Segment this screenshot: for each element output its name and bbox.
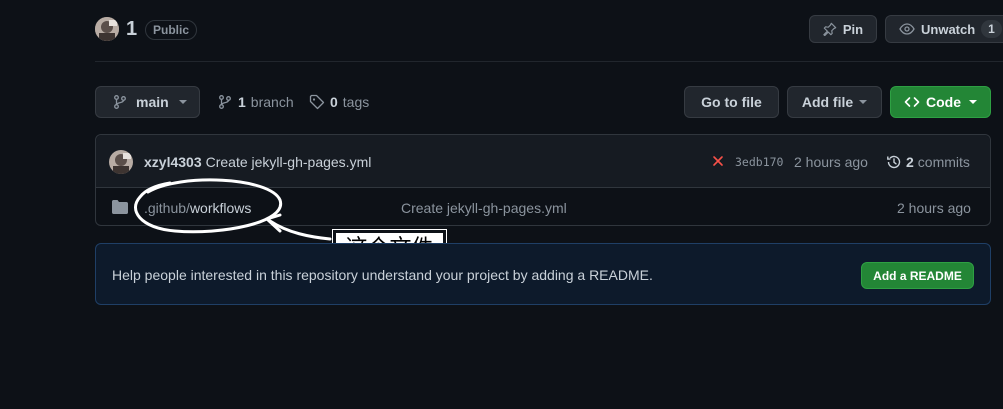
commit-hash[interactable]: 3edb170 [735,154,783,170]
latest-commit: xzyl4303 Create jekyll-gh-pages.yml [144,153,371,171]
commit-author[interactable]: xzyl4303 [144,153,202,171]
file-commit-time: 2 hours ago [897,200,971,216]
branch-name: main [136,94,169,110]
branch-select-button[interactable]: main [95,86,200,118]
chevron-down-icon [969,100,977,104]
tag-count: 0 [330,94,338,110]
code-button[interactable]: Code [890,86,991,118]
commit-message[interactable]: Create jekyll-gh-pages.yml [206,153,372,171]
folder-icon [112,200,128,214]
add-file-button[interactable]: Add file [787,86,882,118]
commit-word: commits [917,154,970,170]
avatar-image [109,150,133,174]
branch-count: 1 [238,94,246,110]
chevron-down-icon [178,100,187,104]
commits-link[interactable]: 2 commits [886,153,970,171]
pin-label: Pin [842,21,864,37]
branches-link[interactable]: 1 branch [217,92,294,112]
git-branch-icon [219,95,231,109]
branch-word: branch [250,94,294,110]
header-divider [95,61,1003,62]
eye-icon [899,23,915,35]
add-file-label: Add file [801,94,854,110]
unwatch-button[interactable]: Unwatch 1 [885,15,1003,43]
git-branch-icon [114,95,126,109]
commit-count: 2 [906,154,914,170]
pin-button[interactable]: Pin [809,15,877,43]
chevron-down-icon [859,100,868,104]
commit-time: 2 hours ago [794,154,868,170]
add-readme-button[interactable]: Add a README [861,262,974,289]
go-to-file-button[interactable]: Go to file [684,86,779,118]
tag-word: tags [342,94,370,110]
commit-author-avatar[interactable] [109,150,133,174]
history-icon [887,155,901,169]
arrow-head-icon [265,213,282,233]
tag-icon [309,94,325,110]
tags-link[interactable]: 0 tags [309,92,369,112]
code-label: Code [926,94,961,110]
ci-status[interactable] [712,155,724,167]
watch-count: 1 [981,20,1002,38]
x-icon [713,156,723,166]
avatar-image [95,17,119,41]
code-icon [904,97,920,107]
pin-icon [823,22,837,36]
repo-name[interactable]: 1 [126,17,137,41]
repo-avatar[interactable] [95,17,119,41]
unwatch-label: Unwatch [921,21,976,37]
visibility-badge: Public [145,20,198,40]
readme-banner-text: Help people interested in this repositor… [112,267,653,283]
circle-mark [134,178,282,234]
